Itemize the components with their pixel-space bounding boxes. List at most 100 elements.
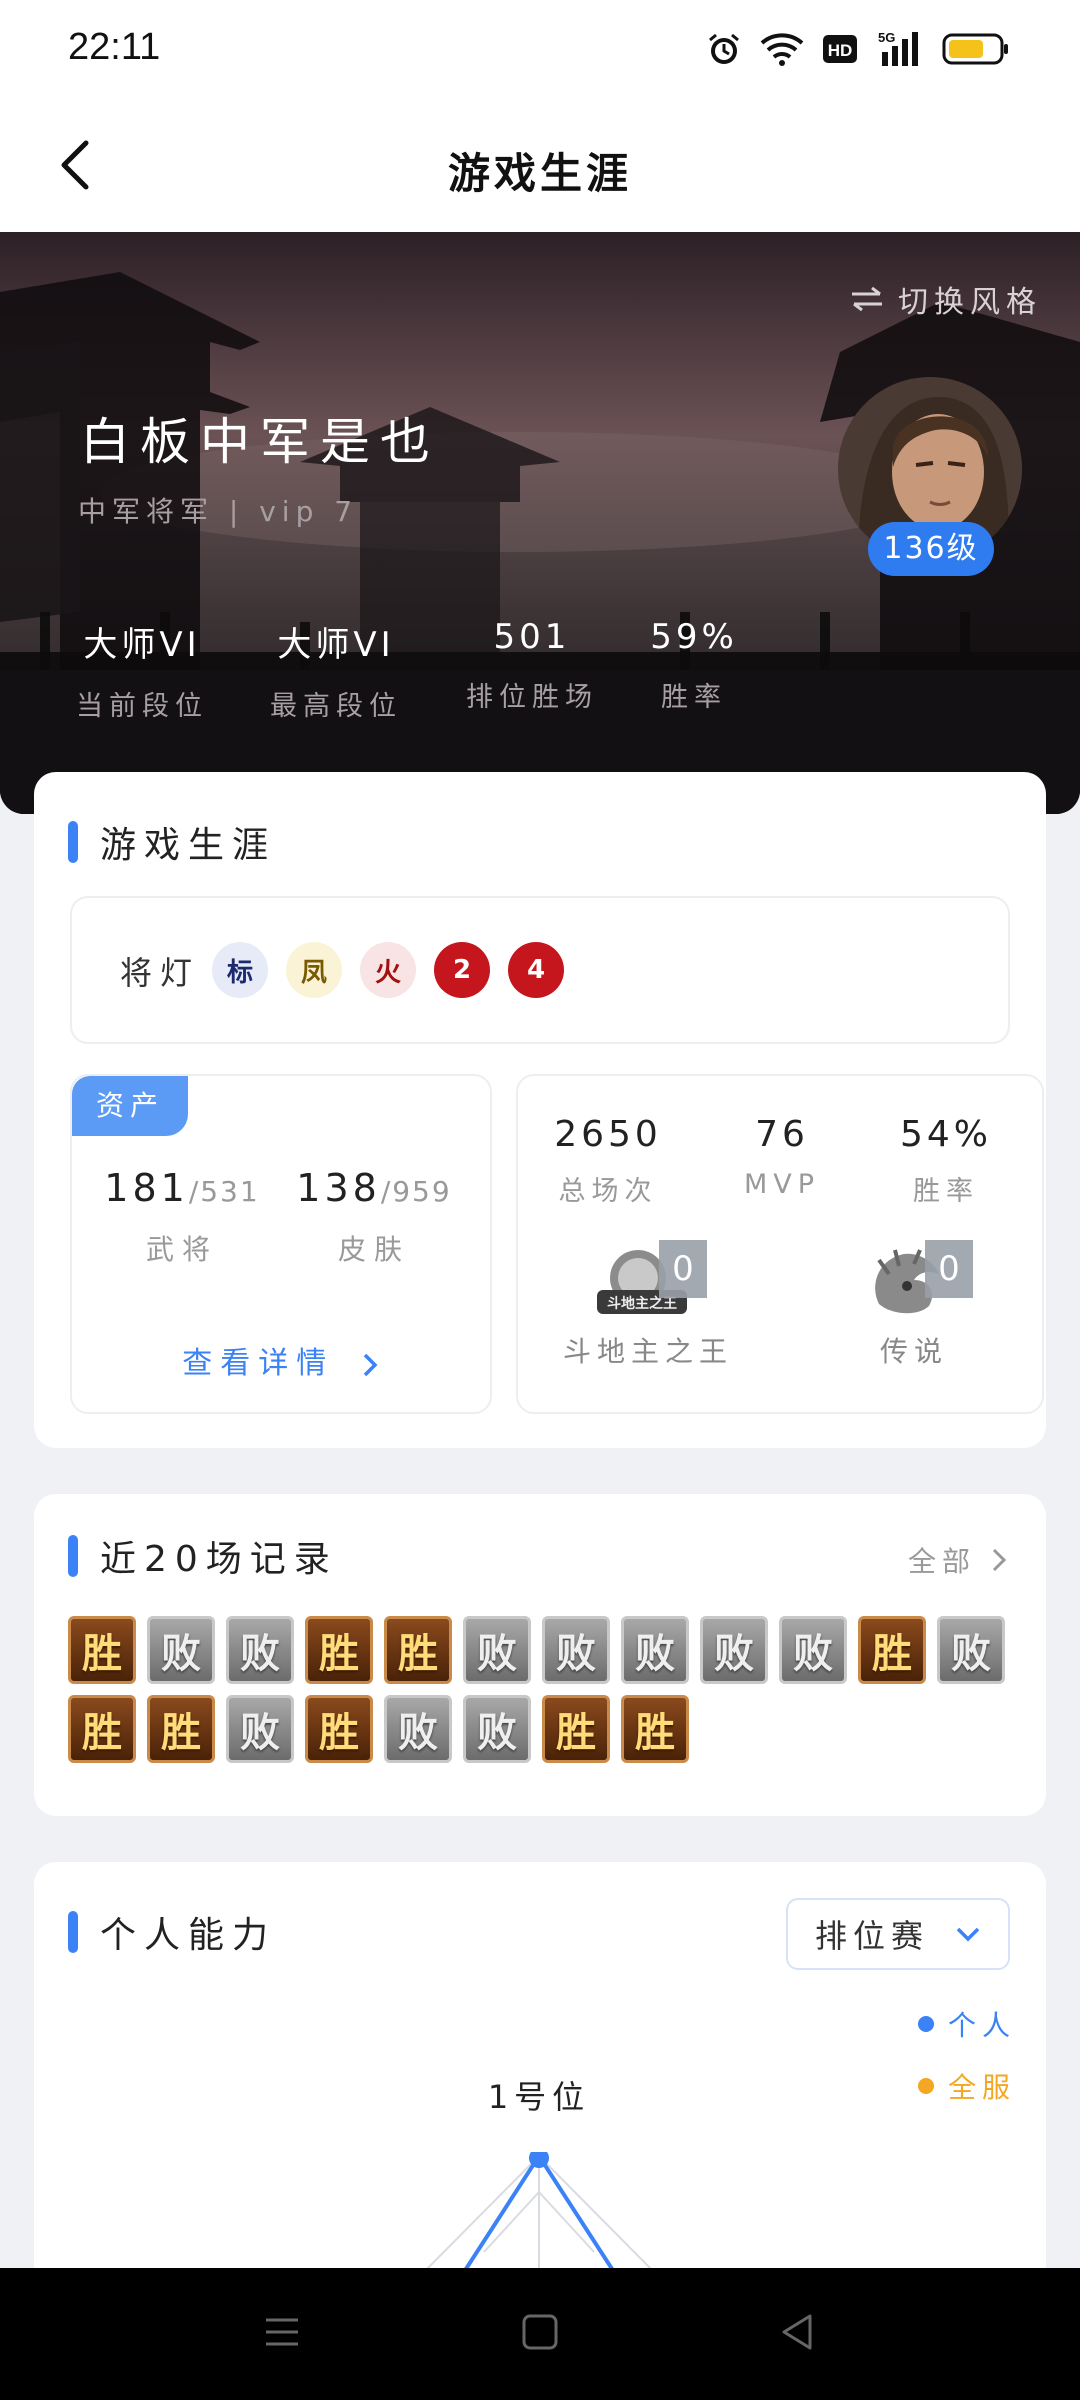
match-result-chip[interactable]: 败 bbox=[700, 1616, 768, 1684]
page-title: 游戏生涯 bbox=[447, 149, 632, 198]
career-title-text: 游戏生涯 bbox=[100, 825, 277, 866]
match-result-chip[interactable]: 败 bbox=[937, 1616, 1005, 1684]
generals-owned: 181 bbox=[104, 1166, 189, 1210]
stat-label: 胜率 bbox=[661, 682, 727, 713]
total-value: 54% bbox=[899, 1114, 992, 1155]
mode-select-dropdown[interactable]: 排位赛 bbox=[786, 1898, 1010, 1970]
total-value: 76 bbox=[755, 1114, 809, 1155]
badge-label: 传说 bbox=[879, 1335, 948, 1368]
wifi-icon bbox=[760, 31, 804, 67]
back-triangle-icon bbox=[782, 2314, 812, 2350]
skins-label: 皮肤 bbox=[337, 1233, 410, 1266]
stat-label: 最高段位 bbox=[270, 691, 402, 722]
match-result-list: 胜败败胜胜败败败败败胜败胜胜败胜败败胜胜 bbox=[68, 1616, 1048, 1763]
view-details-link[interactable]: 查看详情 bbox=[72, 1338, 490, 1382]
total-label: 总场次 bbox=[558, 1176, 658, 1207]
section-accent-bar bbox=[68, 821, 78, 863]
stat-value: 501 bbox=[493, 617, 571, 657]
total-label: MVP bbox=[743, 1169, 821, 1200]
match-result-chip[interactable]: 败 bbox=[384, 1695, 452, 1763]
match-result-chip[interactable]: 胜 bbox=[68, 1695, 136, 1763]
match-result-chip[interactable]: 胜 bbox=[858, 1616, 926, 1684]
assets-panel: 资产 181/531 武将 138/959 皮肤 查看详情 bbox=[70, 1074, 492, 1414]
svg-text:HD: HD bbox=[828, 41, 853, 60]
hd-icon: HD bbox=[822, 34, 858, 64]
career-card: 游戏生涯 将灯 标 凤 火 2 4 资产 181/531 武将 138/959 … bbox=[34, 772, 1046, 1448]
general-lamps-panel: 将灯 标 凤 火 2 4 bbox=[70, 896, 1010, 1044]
battery-icon bbox=[942, 32, 1010, 66]
generals-label: 武将 bbox=[145, 1233, 218, 1266]
match-result-chip[interactable]: 败 bbox=[147, 1616, 215, 1684]
match-result-chip[interactable]: 败 bbox=[463, 1616, 531, 1684]
stat-label: 排位胜场 bbox=[466, 682, 598, 713]
badge-landlord-king[interactable]: 斗地主之王 0 斗地主之王 bbox=[548, 1240, 748, 1370]
recent-records-card: 近20场记录 全部 胜败败胜胜败败败败败胜败胜胜败胜败败胜胜 bbox=[34, 1494, 1046, 1816]
match-result-chip[interactable]: 胜 bbox=[305, 1695, 373, 1763]
stat-value: 59% bbox=[650, 617, 738, 657]
stat-highest-rank: 大师VI 最高段位 bbox=[256, 617, 416, 723]
5g-signal-icon: 5G bbox=[876, 30, 924, 68]
match-result-chip[interactable]: 胜 bbox=[542, 1695, 610, 1763]
switch-style-label: 切换风格 bbox=[898, 285, 1042, 320]
match-result-chip[interactable]: 胜 bbox=[305, 1616, 373, 1684]
stat-current-rank: 大师VI 当前段位 bbox=[62, 617, 222, 723]
back-nav-button[interactable] bbox=[778, 2312, 818, 2356]
asset-generals: 181/531 武将 bbox=[92, 1166, 272, 1268]
dragon-emblem-icon: 0 bbox=[859, 1240, 973, 1324]
status-time: 22:11 bbox=[68, 26, 161, 68]
lamp-badge-icon: 2 bbox=[434, 942, 490, 998]
total-matches: 2650 总场次 bbox=[538, 1114, 678, 1208]
ability-title-text: 个人能力 bbox=[100, 1915, 277, 1956]
match-result-chip[interactable]: 败 bbox=[226, 1695, 294, 1763]
mode-select-value: 排位赛 bbox=[814, 1917, 929, 1955]
match-totals-panel: 2650 总场次 76 MVP 54% 胜率 斗地主之王 0 斗地主之王 0 传… bbox=[516, 1074, 1044, 1414]
view-details-label: 查看详情 bbox=[182, 1346, 335, 1381]
badge-label: 斗地主之王 bbox=[562, 1335, 733, 1368]
match-result-chip[interactable]: 败 bbox=[779, 1616, 847, 1684]
match-result-chip[interactable]: 胜 bbox=[621, 1695, 689, 1763]
badge-count: 0 bbox=[659, 1240, 707, 1298]
lamp-badge-icon: 4 bbox=[508, 942, 564, 998]
stat-win-rate: 59% 胜率 bbox=[614, 617, 774, 714]
match-result-chip[interactable]: 胜 bbox=[68, 1616, 136, 1684]
ability-radar-chart bbox=[423, 2152, 655, 2272]
section-accent-bar bbox=[68, 1535, 78, 1577]
switch-style-button[interactable]: 切换风格 bbox=[850, 277, 1042, 321]
records-title-text: 近20场记录 bbox=[100, 1539, 338, 1580]
menu-nav-button[interactable] bbox=[262, 2312, 302, 2356]
match-result-chip[interactable]: 胜 bbox=[147, 1695, 215, 1763]
career-section-title: 游戏生涯 bbox=[68, 816, 276, 868]
generals-total: /531 bbox=[188, 1175, 260, 1208]
status-bar: 22:11 HD 5G bbox=[0, 0, 1080, 100]
total-value: 2650 bbox=[554, 1114, 662, 1155]
badge-legend[interactable]: 0 传说 bbox=[814, 1240, 1014, 1370]
radar-axis-label: 1号位 bbox=[487, 2078, 591, 2116]
app-header: 游戏生涯 bbox=[0, 100, 1080, 232]
match-result-chip[interactable]: 败 bbox=[463, 1695, 531, 1763]
match-result-chip[interactable]: 败 bbox=[621, 1616, 689, 1684]
player-level-badge: 136级 bbox=[868, 522, 994, 576]
badge-count: 0 bbox=[925, 1240, 973, 1298]
stat-value: 大师VI bbox=[83, 625, 201, 665]
stat-ranked-wins: 501 排位胜场 bbox=[452, 617, 612, 714]
chevron-right-icon bbox=[992, 1548, 1007, 1572]
status-icons: HD 5G bbox=[706, 30, 1010, 68]
lamp-badge-icon: 火 bbox=[360, 942, 416, 998]
total-label: 胜率 bbox=[913, 1176, 979, 1207]
match-result-chip[interactable]: 胜 bbox=[384, 1616, 452, 1684]
section-accent-bar bbox=[68, 1911, 78, 1953]
match-result-chip[interactable]: 败 bbox=[226, 1616, 294, 1684]
match-result-chip[interactable]: 败 bbox=[542, 1616, 610, 1684]
view-all-records-button[interactable]: 全部 bbox=[908, 1540, 1008, 1580]
records-section-title: 近20场记录 bbox=[68, 1530, 338, 1582]
swap-arrows-icon bbox=[852, 286, 882, 312]
stat-value: 大师VI bbox=[277, 625, 395, 665]
stat-label: 当前段位 bbox=[76, 691, 208, 722]
skins-total: /959 bbox=[380, 1175, 452, 1208]
landlord-king-emblem-icon: 斗地主之王 0 bbox=[593, 1240, 707, 1324]
home-nav-button[interactable] bbox=[520, 2312, 560, 2356]
legend-label: 个人 bbox=[947, 2009, 1016, 2042]
total-mvp: 76 MVP bbox=[712, 1114, 852, 1200]
total-win-rate: 54% 胜率 bbox=[876, 1114, 1016, 1208]
lamps-label: 将灯 bbox=[120, 954, 201, 992]
